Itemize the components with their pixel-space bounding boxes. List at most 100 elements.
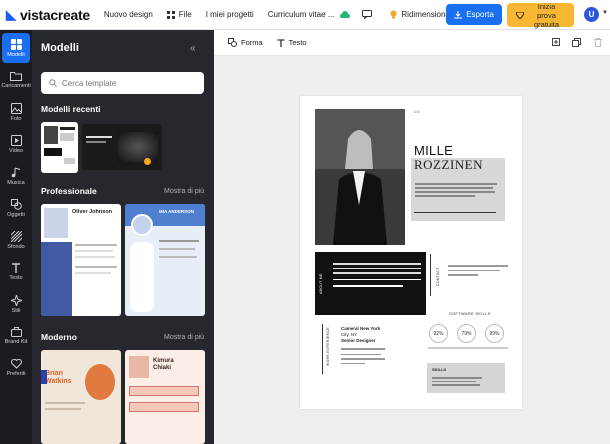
grid-icon [166,10,175,19]
template-name: MIA ANDERSON [159,209,194,214]
search-input[interactable] [62,78,192,88]
about-me-label: ABOUT ME [319,273,323,294]
my-projects-label: I miei progetti [205,10,254,19]
templates-icon [10,38,22,50]
recent-template-2[interactable] [82,124,162,170]
export-button[interactable]: Esporta [446,4,502,25]
music-icon [11,167,21,177]
file-menu[interactable]: File [166,10,192,19]
professional-show-more-link[interactable]: Mostra di più [164,188,204,195]
brand-name: vistacreate [20,6,90,23]
collapse-panel-icon[interactable]: « [190,43,196,54]
skill-circle-3[interactable]: 99% [485,324,504,343]
professional-template-1[interactable]: Oliver Johnson [41,204,121,316]
rail-item-brand-kit[interactable]: Brand Kit [0,321,32,351]
rail-item-photos[interactable]: Foto [0,97,32,127]
template-search[interactable] [41,72,204,94]
panel-title: Modelli [41,42,79,54]
skill-caption-lines [428,347,508,349]
modern-show-more-link[interactable]: Mostra di più [164,334,204,341]
diamond-icon [515,11,524,19]
job-block[interactable]: Cameral New York City, NY Senior Designe… [341,326,385,367]
video-icon [10,134,22,146]
shape-label: Forma [241,38,263,47]
modern-section-title: Moderno [41,332,77,342]
skill-2-value: 79% [461,330,472,337]
skills-box[interactable]: SKILLS [427,363,505,393]
avatar[interactable]: U [584,7,599,22]
briefcase-icon [10,327,22,337]
rail-label: Testo [9,275,23,281]
skills-box-title: SKILLS [432,367,447,372]
contact-lines[interactable] [448,262,508,279]
text-label: Testo [288,38,307,47]
start-trial-button[interactable]: Inizia prova gratuita [507,1,574,29]
rail-item-background[interactable]: Sfondo [0,225,32,255]
about-me-block[interactable] [315,252,426,315]
shape-icon [228,38,237,47]
heart-icon [10,359,22,369]
skill-circle-2[interactable]: 79% [457,324,476,343]
software-skills-title: SOFTWARE SKILLS [449,311,491,316]
styles-icon [10,294,22,306]
last-name[interactable]: ROZZINEN [414,157,483,173]
job-title: Senior Designer [341,338,376,343]
new-design-button[interactable]: Nuovo design [104,10,153,19]
rail-item-styles[interactable]: Stili [0,289,32,319]
rail-item-text[interactable]: Testo [0,257,32,287]
chevron-down-icon[interactable]: ▼ [602,10,608,16]
rail-item-music[interactable]: Musica [0,161,32,191]
rail-item-favorites[interactable]: Preferiti [0,353,32,383]
resize-button[interactable]: Ridimensiona [390,10,450,19]
background-icon [10,230,22,242]
file-label: File [178,10,192,19]
rail-label: Musica [7,179,25,186]
new-design-label: Nuovo design [103,10,153,19]
vistacreate-logo[interactable]: ◣ vistacreate [6,7,90,23]
modern-template-1[interactable]: Brian Watkins [41,350,121,444]
cv-label: CV [414,109,420,114]
rail-item-templates[interactable]: Modelli [2,33,30,63]
folder-icon [10,72,22,81]
intro-text[interactable] [415,181,501,199]
first-name[interactable]: MILLE [414,143,453,158]
template-name: Kimura Chiaki [153,358,174,371]
experience-divider [322,324,323,374]
text-tool-button[interactable]: Testo [277,38,307,47]
modern-template-2[interactable]: Kimura Chiaki [125,350,205,444]
duplicate-icon[interactable] [572,38,581,49]
recent-template-1[interactable] [41,122,78,173]
rail-label: Video [9,147,23,154]
profile-photo[interactable] [315,109,405,245]
portrait-photo [315,109,405,245]
rail-label: Oggetti [7,211,25,218]
trash-icon[interactable] [594,38,602,49]
document-title-label: Curriculum vitae ... [267,10,335,19]
rail-item-uploads[interactable]: Caricamenti [0,65,32,95]
contact-divider [430,254,431,296]
add-page-icon[interactable] [552,38,561,49]
document-title[interactable]: Curriculum vitae ... [268,10,335,19]
comment-icon[interactable] [362,10,376,19]
rail-label: Brand Kit [4,339,28,345]
cv-document-page[interactable]: CV MILLE ROZZINEN ABOUT ME CONTACT WORK … [300,96,522,409]
start-trial-label: Inizia prova gratuita [533,1,560,29]
left-rail: Modelli Caricamenti Foto Video Musica Og… [0,30,32,444]
logo-mark-icon: ◣ [6,6,16,22]
professional-template-2[interactable]: MIA ANDERSON [125,204,205,316]
my-projects-link[interactable]: I miei progetti [206,10,254,19]
search-icon [49,79,57,87]
download-icon [454,10,463,18]
rail-item-objects[interactable]: Oggetti [0,193,32,223]
rail-label: Sfondo [7,243,25,250]
skill-circle-1[interactable]: 92% [429,324,448,343]
rail-item-video[interactable]: Video [0,129,32,159]
photo-icon [10,102,22,114]
divider-line [414,212,496,213]
rail-label: Preferiti [6,371,26,377]
shape-tool-button[interactable]: Forma [228,38,263,47]
recent-templates-title: Modelli recenti [41,104,101,114]
resize-label: Ridimensiona [401,10,450,19]
context-toolbar: Forma Testo [214,30,610,56]
skill-1-value: 92% [433,330,444,337]
